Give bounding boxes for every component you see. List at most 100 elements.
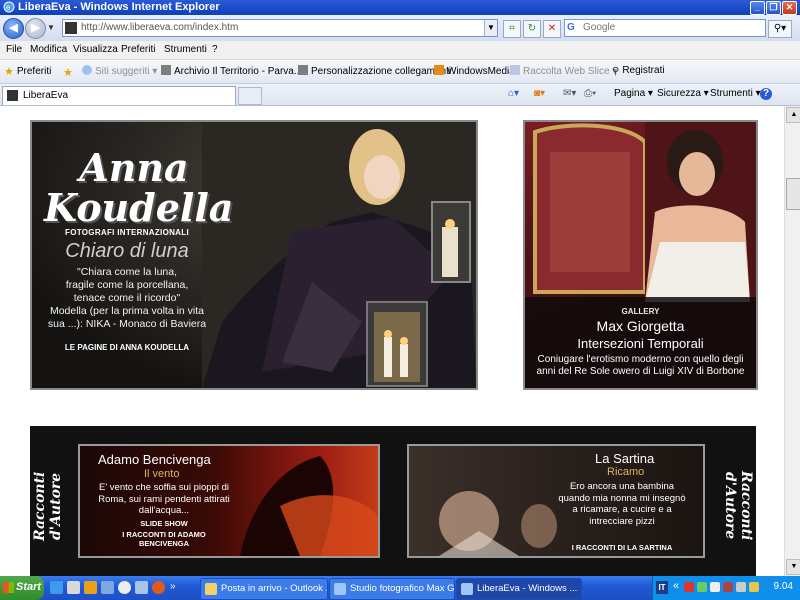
story-description: Ero ancora una bambina quando mia nonna … [547,481,697,527]
banner-description: "Chiara come la luna, fragile come la po… [42,266,212,331]
mail-icon[interactable]: ✉▾ [563,88,576,99]
close-window-button[interactable]: ✕ [782,1,797,15]
security-menu-button[interactable]: Sicurezza ▾ [657,88,709,99]
favorites-button[interactable]: ★ Preferiti [4,65,51,78]
tray-app-icon[interactable] [710,582,720,592]
task-studio-fotografico[interactable]: Studio fotografico Max G... [329,578,455,600]
menu-modifica[interactable]: Modifica [30,44,67,55]
clock: 9.04 [773,581,793,592]
quicklaunch-show-desktop-icon[interactable] [67,581,80,594]
story-title: La Sartina [595,451,655,466]
menu-visualizza[interactable]: Visualizza [73,44,118,55]
desc-line: fragile come la porcellana, [65,279,189,291]
tray-antivirus-icon[interactable] [723,582,733,592]
page-menu-button[interactable]: Pagina ▾ [614,88,653,99]
model-name-line2: Koudella [44,185,234,230]
link-icon: ⚲ [612,66,620,77]
favorites-star-icon: ★ [4,66,14,78]
tools-menu-button[interactable]: Strumenti ▾ [710,88,761,99]
minimize-button[interactable]: _ [750,1,765,15]
favorite-link-label: Registrati [622,65,665,76]
desc-line: Roma, sui rami pendenti attirati [98,493,230,505]
ie-window-icon [334,583,346,595]
story-author-link[interactable]: I RACCONTI DI ADAMO BENCIVENGA [86,530,242,548]
tag-line: BENCIVENGA [138,539,189,548]
menu-strumenti[interactable]: Strumenti [164,44,207,55]
menu-help[interactable]: ? [212,44,218,55]
favorite-link-windowsmedia[interactable]: WindowsMedia [434,65,515,77]
banner-anna-koudella[interactable]: Anna Koudella FOTOGRAFI INTERNAZIONALI C… [30,120,478,390]
menu-preferiti[interactable]: Preferiti [121,44,155,55]
banner-model-name: Anna Koudella [44,145,234,230]
banner-max-giorgetta[interactable]: GALLERY Max Giorgetta Intersezioni Tempo… [523,120,758,390]
quicklaunch-firefox-icon[interactable] [152,581,165,594]
favorite-link-suggested-sites[interactable]: Siti suggeriti ▾ [82,65,157,77]
tab-liberaeva[interactable]: LiberaEva [2,86,236,105]
anna-koudella-pages-link[interactable]: LE PAGINE DI ANNA KOUDELLA [42,343,212,352]
page-icon [298,65,308,75]
tray-security-icon[interactable] [684,582,694,592]
search-go-icon[interactable]: ⚲▾ [768,20,792,38]
story-la-sartina[interactable]: La Sartina Ricamo Ero ancora una bambina… [407,444,705,558]
language-indicator[interactable]: IT [656,581,668,594]
gallery-description: Coniugare l'erotismo moderno con quello … [529,354,752,378]
add-to-favorites-icon[interactable]: ★ [63,66,73,79]
desc-line: Modella (per la prima volta in vita [49,305,205,317]
compatibility-view-icon[interactable]: ⌗ [503,20,521,38]
show-hidden-icons-chevron[interactable]: « [673,580,679,592]
window-title: LiberaEva - Windows Internet Explorer [18,1,220,13]
quicklaunch-outlook-icon[interactable] [135,581,148,594]
favorite-link-web-slice[interactable]: Raccolta Web Slice ▾ [510,65,617,77]
print-icon[interactable]: ⎙▾ [584,88,596,99]
scrollbar-thumb[interactable] [786,178,800,210]
quicklaunch-player-icon[interactable] [118,581,131,594]
quicklaunch-media-icon[interactable] [84,581,97,594]
scroll-down-icon[interactable]: ▼ [786,559,800,575]
back-button[interactable]: ◀ [3,18,24,39]
favorite-link-personalizzazione[interactable]: Personalizzazione collegamenti [298,65,451,77]
favorite-link-label: Archivio Il Territorio - Parva... [174,66,303,77]
quicklaunch-more-icon[interactable]: » [170,581,176,592]
refresh-icon[interactable]: ↻ [523,20,541,38]
rss-feed-icon[interactable]: ◙▾ [534,88,545,99]
quicklaunch-ie-icon[interactable] [50,581,63,594]
favorite-link-registrati[interactable]: ⚲ Registrati [612,65,665,77]
restore-button[interactable]: ❐ [766,1,781,15]
tray-network-icon[interactable] [697,582,707,592]
recent-pages-dropdown-icon[interactable]: ▼ [47,23,55,32]
story-title: Adamo Bencivenga [98,452,211,467]
quicklaunch-explorer-icon[interactable] [101,581,114,594]
task-liberaeva[interactable]: LiberaEva - Windows ... [456,578,582,600]
story-author-link[interactable]: I RACCONTI DI LA SARTINA [547,543,697,552]
help-menu-icon[interactable]: ? [760,88,772,100]
stop-icon[interactable]: ✕ [543,20,561,38]
system-tray: IT « 9.04 [652,576,800,600]
web-slice-icon [510,65,520,75]
desc-line: intrecciare pizzi [589,515,655,527]
search-input[interactable]: G Google [564,19,766,37]
page-icon [161,65,171,75]
tray-alert-icon[interactable] [749,582,759,592]
windows-logo-icon [3,582,14,593]
scroll-up-icon[interactable]: ▲ [786,107,800,123]
tray-volume-icon[interactable] [736,582,746,592]
desc-line: Coniugare l'erotismo moderno con quello … [537,354,744,365]
favorite-link-label: Siti suggeriti ▾ [95,66,158,77]
banner-category: FOTOGRAFI INTERNAZIONALI [65,228,189,237]
address-field[interactable]: http://www.liberaeva.com/index.htm ▼ [62,19,498,37]
address-dropdown-icon[interactable]: ▼ [484,20,497,36]
home-icon[interactable]: ⌂▾ [508,88,519,99]
favorite-link-archivio[interactable]: Archivio Il Territorio - Parva... [161,65,302,77]
banner-headline: Chiaro di luna [65,240,189,262]
model-name-line1: Anna [79,145,189,190]
window-title-bar[interactable]: e LiberaEva - Windows Internet Explorer … [0,0,800,15]
start-button[interactable]: Start [0,576,44,600]
slide-show-link[interactable]: SLIDE SHOW [86,519,242,528]
page-vertical-scrollbar[interactable]: ▲ ▼ [784,106,800,576]
forward-button[interactable]: ▶ [25,18,46,39]
task-outlook[interactable]: Posta in arrivo - Outlook ... [200,578,328,600]
story-adamo-bencivenga[interactable]: Adamo Bencivenga Il vento E' vento che s… [78,444,380,558]
menu-file[interactable]: File [6,44,22,55]
url-text: http://www.liberaeva.com/index.htm [81,22,239,33]
new-tab-button[interactable] [238,87,262,105]
